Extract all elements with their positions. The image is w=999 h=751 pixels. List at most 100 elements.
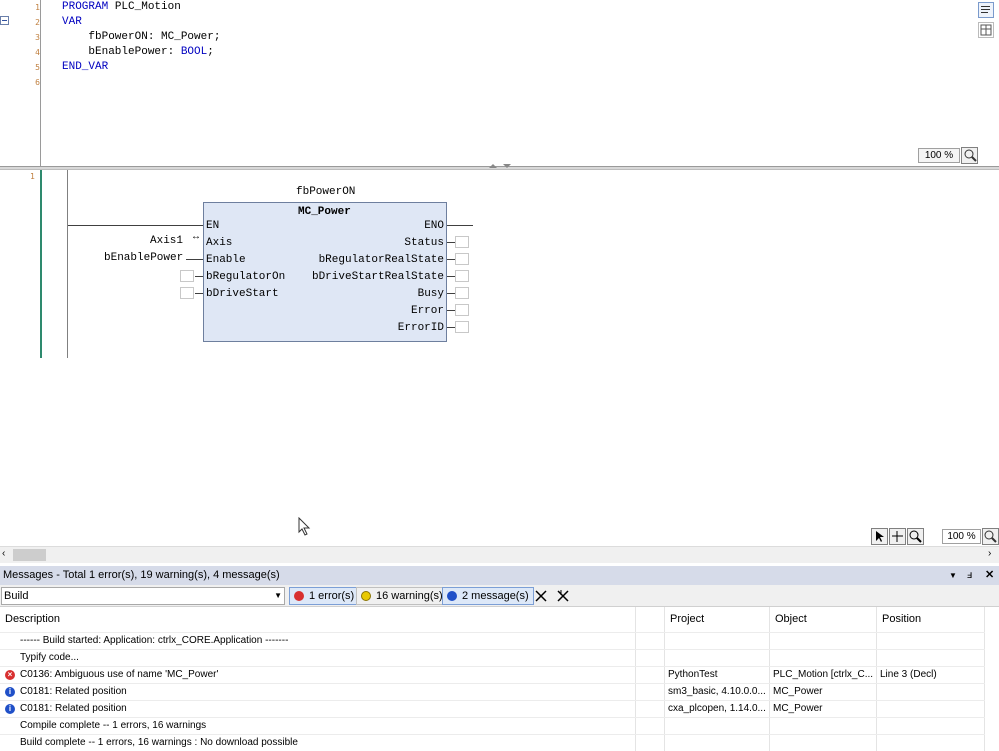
message-project-cell — [664, 650, 770, 666]
message-desc-cell: Typify code... — [0, 650, 636, 666]
line-number: 2 — [35, 18, 40, 27]
pin-icon[interactable]: ⅎ — [967, 566, 972, 585]
fb-output-pin: ENO — [424, 220, 444, 232]
message-object-cell — [770, 718, 877, 734]
scroll-left-icon[interactable]: ‹ — [2, 548, 5, 559]
select-tool-button[interactable] — [871, 528, 888, 545]
message-project-cell: sm3_basic, 4.10.0.0... — [664, 684, 770, 700]
code-line[interactable]: bEnablePower: BOOL; — [62, 46, 213, 58]
inout-arrow-icon: ↔ — [193, 232, 200, 243]
text-view-icon — [981, 6, 990, 13]
message-row[interactable]: Compile complete -- 1 errors, 16 warning… — [0, 717, 985, 734]
input-wire — [195, 276, 203, 277]
message-object-cell: MC_Power — [770, 684, 877, 700]
messages-filter-button[interactable]: 2 message(s) — [442, 587, 534, 605]
output-placeholder[interactable] — [455, 270, 469, 282]
zoom-level[interactable]: 100 % — [918, 148, 960, 163]
power-rail — [67, 170, 68, 358]
warnings-filter-button[interactable]: 16 warning(s) — [356, 587, 448, 605]
error-icon — [294, 591, 304, 601]
close-icon[interactable]: ✕ — [985, 566, 994, 585]
magnifier-icon — [964, 149, 977, 162]
message-row[interactable]: ------ Build started: Application: ctrlx… — [0, 632, 985, 649]
fbd-zoom-button[interactable] — [982, 528, 999, 545]
code-line[interactable]: END_VAR — [62, 61, 108, 73]
scrollbar-thumb[interactable] — [13, 549, 46, 561]
message-object-cell — [770, 633, 877, 649]
message-category-value: Build — [4, 590, 29, 602]
message-row[interactable]: Build complete -- 1 errors, 16 warnings … — [0, 734, 985, 751]
function-block[interactable]: MC_Power EN Axis Enable bRegulatorOn bDr… — [203, 202, 447, 342]
clear-messages-icon[interactable] — [534, 589, 548, 603]
fb-instance-name[interactable]: fbPowerON — [296, 186, 355, 198]
zoom-tool-button[interactable] — [907, 528, 924, 545]
info-icon — [447, 591, 457, 601]
message-position-cell — [877, 684, 985, 700]
output-placeholder[interactable] — [455, 321, 469, 333]
message-position-cell — [877, 718, 985, 734]
output-placeholder[interactable] — [455, 236, 469, 248]
fold-toggle-icon[interactable] — [0, 16, 9, 25]
textual-view-button[interactable] — [978, 2, 994, 18]
output-wire — [447, 276, 455, 277]
message-project-cell: cxa_plcopen, 1.14.0... — [664, 701, 770, 717]
move-cross-icon — [892, 531, 903, 542]
fbd-editor[interactable]: 1 fbPowerON MC_Power EN Axis Enable bReg… — [0, 170, 999, 546]
horizontal-scrollbar[interactable]: ‹ › — [0, 546, 999, 563]
output-placeholder[interactable] — [455, 287, 469, 299]
scroll-right-icon[interactable]: › — [988, 548, 991, 559]
output-wire — [447, 259, 455, 260]
fb-output-pin: Error — [410, 305, 444, 317]
message-category-select[interactable]: Build ▼ — [1, 587, 285, 605]
errors-filter-button[interactable]: 1 error(s) — [289, 587, 360, 605]
tabular-view-button[interactable] — [978, 22, 994, 38]
axis-variable[interactable]: Axis1 — [150, 235, 183, 247]
fb-output-pin: ErrorID — [397, 322, 444, 334]
messages-table[interactable]: Description Project Object Position ----… — [0, 607, 999, 751]
code-line[interactable]: fbPowerON: MC_Power; — [62, 31, 220, 43]
output-placeholder[interactable] — [455, 253, 469, 265]
code-text: PLC_Motion — [108, 1, 181, 13]
clear-all-messages-icon[interactable] — [556, 589, 570, 603]
line-number: 4 — [35, 48, 40, 57]
input-placeholder[interactable] — [180, 287, 194, 299]
network-number: 1 — [30, 172, 35, 181]
message-desc-cell: Build complete -- 1 errors, 16 warnings … — [0, 735, 636, 751]
message-row[interactable]: × C0136: Ambiguous use of name 'MC_Power'… — [0, 666, 985, 683]
fb-input-pin: Axis — [206, 237, 233, 249]
input-placeholder[interactable] — [180, 270, 194, 282]
message-position-cell — [877, 650, 985, 666]
message-row[interactable]: Typify code... — [0, 649, 985, 666]
code-line[interactable]: PROGRAM PLC_Motion — [62, 1, 181, 13]
code-text: bEnablePower: — [62, 46, 181, 58]
message-row[interactable]: i C0181: Related position cxa_plcopen, 1.1… — [0, 700, 985, 717]
message-object-cell: MC_Power — [770, 701, 877, 717]
enable-wire — [186, 259, 203, 260]
line-number: 6 — [35, 78, 40, 87]
message-position-cell — [877, 735, 985, 751]
fb-output-pin: bDriveStartRealState — [311, 271, 444, 283]
messages-filter-label: 2 message(s) — [462, 590, 529, 602]
column-header-position[interactable]: Position — [877, 607, 985, 632]
fb-input-pin: EN — [206, 220, 220, 232]
fbd-zoom-level[interactable]: 100 % — [942, 529, 981, 544]
code-keyword: END_VAR — [62, 61, 109, 73]
column-header-object[interactable]: Object — [770, 607, 877, 632]
messages-panel-title: Messages - Total 1 error(s), 19 warning(… — [0, 566, 999, 585]
panel-menu-icon[interactable]: ▼ — [949, 566, 957, 585]
output-placeholder[interactable] — [455, 304, 469, 316]
zoom-button[interactable] — [961, 147, 978, 164]
move-tool-button[interactable] — [889, 528, 906, 545]
message-row[interactable]: i C0181: Related position sm3_basic, 4.10.… — [0, 683, 985, 700]
column-header-project[interactable]: Project — [664, 607, 770, 632]
code-keyword: PROGRAM — [62, 1, 109, 13]
code-line[interactable]: VAR — [62, 16, 82, 28]
table-view-icon — [980, 24, 992, 36]
fb-input-pin: bRegulatorOn — [206, 271, 286, 283]
output-wire — [447, 310, 455, 311]
declaration-editor[interactable]: 1 2 3 4 5 6 PROGRAM PLC_Motion VAR fbPow… — [0, 0, 999, 166]
column-header-description[interactable]: Description — [0, 607, 636, 632]
enable-variable[interactable]: bEnablePower — [104, 252, 183, 264]
message-position-cell — [877, 633, 985, 649]
magnifier-icon — [909, 530, 922, 543]
